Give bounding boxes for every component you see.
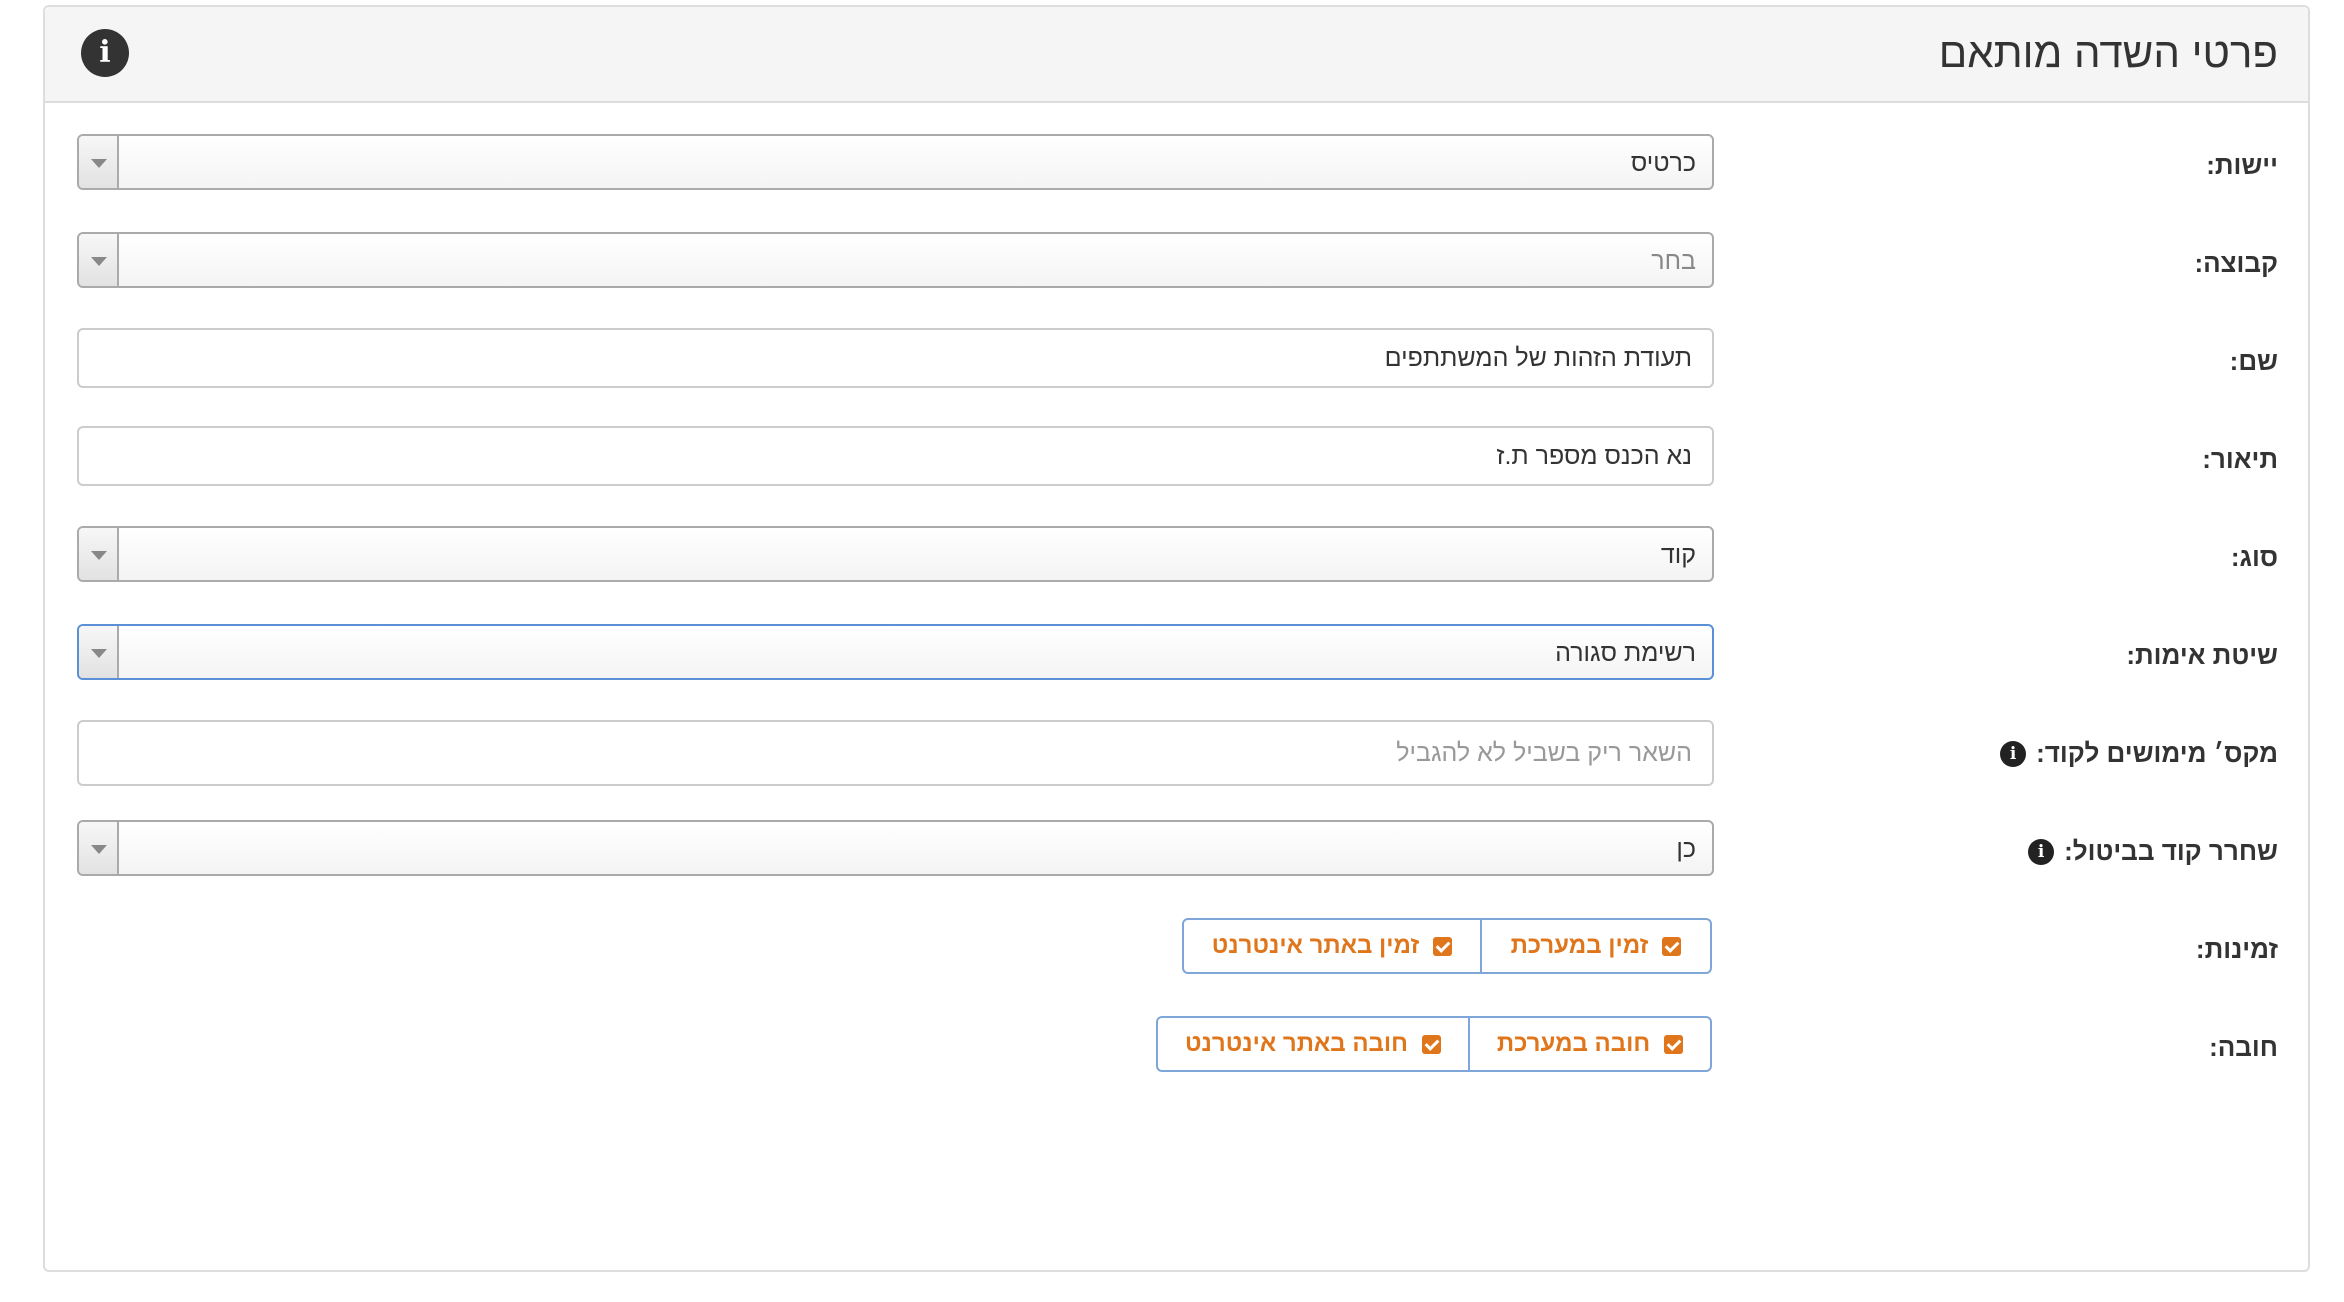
checkbox-checked-icon: [1662, 936, 1682, 956]
chevron-down-icon: [79, 234, 119, 286]
chevron-down-icon: [79, 626, 119, 678]
info-icon[interactable]: i: [2000, 740, 2027, 767]
group-label: קבוצה:: [2194, 248, 2278, 279]
group-label-text: קבוצה:: [2194, 248, 2278, 278]
required-system-label: חובה במערכת: [1496, 1030, 1651, 1057]
required-website-toggle[interactable]: חובה באתר אינטרנט: [1156, 1016, 1470, 1072]
validation-label: שיטת אימות:: [2126, 640, 2278, 671]
panel-header: פרטי השדה מותאם i: [45, 7, 2308, 103]
name-field[interactable]: [77, 328, 1714, 388]
required-website-label: חובה באתר אינטרנט: [1185, 1030, 1408, 1057]
release-on-cancel-select[interactable]: כן: [77, 820, 1714, 876]
name-label: שם:: [2230, 346, 2278, 377]
checkbox-checked-icon: [1664, 1034, 1684, 1054]
type-label-text: סוג:: [2230, 542, 2278, 572]
entity-select[interactable]: כרטיס: [77, 134, 1714, 190]
chevron-down-icon: [79, 528, 119, 580]
chevron-down-icon: [79, 822, 119, 874]
release-on-cancel-value: כן: [1676, 835, 1696, 863]
checkbox-checked-icon: [1433, 936, 1453, 956]
availability-button-group: זמין במערכת זמין באתר אינטרנט: [1182, 918, 1712, 974]
group-select-placeholder: בחר: [1651, 247, 1696, 275]
availability-system-label: זמין במערכת: [1510, 932, 1649, 959]
type-label: סוג:: [2231, 542, 2278, 573]
entity-label-text: יישות:: [2206, 150, 2278, 180]
availability-label-text: זמינות:: [2195, 934, 2278, 964]
description-label: תיאור:: [2202, 444, 2278, 475]
release-on-cancel-label-text: שחרר קוד בביטול:: [2064, 836, 2278, 866]
availability-website-toggle[interactable]: זמין באתר אינטרנט: [1182, 918, 1482, 974]
availability-website-label: זמין באתר אינטרנט: [1211, 932, 1420, 959]
chevron-down-icon: [79, 136, 119, 188]
info-icon[interactable]: i: [81, 29, 129, 77]
type-select[interactable]: קוד: [77, 526, 1714, 582]
description-field[interactable]: [77, 426, 1714, 486]
validation-select-value: רשימת סגורה: [1555, 639, 1696, 667]
validation-select[interactable]: רשימת סגורה: [77, 624, 1714, 680]
entity-select-value: כרטיס: [1630, 149, 1696, 177]
required-label-text: חובה:: [2209, 1032, 2278, 1062]
required-button-group: חובה במערכת חובה באתר אינטרנט: [1156, 1016, 1712, 1072]
info-icon[interactable]: i: [2028, 838, 2055, 865]
max-uses-field[interactable]: [77, 720, 1714, 786]
validation-label-text: שיטת אימות:: [2126, 640, 2278, 670]
required-system-toggle[interactable]: חובה במערכת: [1468, 1016, 1712, 1072]
page-title: פרטי השדה מותאם: [1938, 29, 2278, 76]
name-label-text: שם:: [2229, 346, 2278, 376]
description-label-text: תיאור:: [2202, 444, 2278, 474]
type-select-value: קוד: [1660, 541, 1696, 569]
required-label: חובה:: [2209, 1032, 2278, 1063]
availability-system-toggle[interactable]: זמין במערכת: [1480, 918, 1712, 974]
max-uses-label-text: מקס׳ מימושים לקוד:: [2036, 738, 2278, 768]
checkbox-checked-icon: [1421, 1034, 1441, 1054]
release-on-cancel-label: שחרר קוד בביטול: i: [2028, 836, 2278, 867]
group-select[interactable]: בחר: [77, 232, 1714, 288]
entity-label: יישות:: [2206, 150, 2278, 181]
max-uses-label: מקס׳ מימושים לקוד: i: [2000, 738, 2278, 769]
availability-label: זמינות:: [2196, 934, 2278, 965]
custom-field-panel: פרטי השדה מותאם i יישות: כרטיס קבוצה: בח…: [43, 5, 2310, 1272]
